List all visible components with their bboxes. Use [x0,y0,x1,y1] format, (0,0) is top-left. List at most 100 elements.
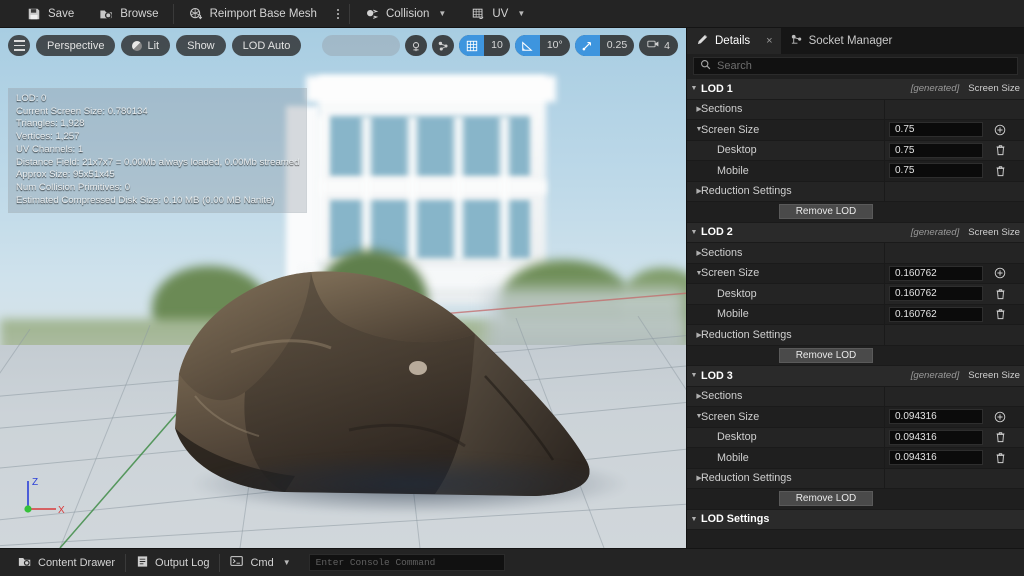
console-command-input[interactable]: Enter Console Command [309,554,505,571]
platform-override-row[interactable]: Mobile 0.094316 [687,448,1024,469]
mesh-shadow [195,454,625,514]
delete-override-button[interactable] [989,288,1011,300]
screen-size-row[interactable]: ▼Screen Size 0.160762 [687,264,1024,285]
sections-row[interactable]: ▶Sections [687,243,1024,264]
collapse-arrow-icon[interactable]: ▶ [687,474,701,482]
content-drawer-button[interactable]: Content Drawer [8,552,125,574]
socket-icon [790,33,803,49]
viewport-show-button[interactable]: Show [176,35,226,56]
delete-override-button[interactable] [989,431,1011,443]
angle-snap-icon [515,35,540,56]
expand-arrow-icon[interactable]: ▼ [687,516,701,523]
viewport-viewmode-button[interactable]: Lit [121,35,170,56]
remove-lod-button[interactable]: Remove LOD [779,348,873,363]
collapse-arrow-icon[interactable]: ▶ [687,105,701,113]
sections-row[interactable]: ▶Sections [687,387,1024,408]
collision-menu-button[interactable]: Collision ▼ [352,0,458,28]
expand-arrow-icon[interactable]: ▼ [687,270,701,277]
tab-socket-manager-label: Socket Manager [809,35,893,47]
screen-size-row[interactable]: ▼Screen Size 0.75 [687,120,1024,141]
lod-group-header[interactable]: ▼ LOD 3 [generated] Screen Size [687,366,1024,387]
mesh-viewport[interactable]: Perspective Lit Show LOD Auto [0,28,686,548]
collapse-arrow-icon[interactable]: ▶ [687,392,701,400]
screen-size-label: Screen Size [701,267,759,279]
delete-override-button[interactable] [989,308,1011,320]
panel-tabbar: Details × Socket Manager [687,28,1024,54]
reduction-settings-row[interactable]: ▶Reduction Settings [687,469,1024,490]
reimport-label: Reimport Base Mesh [210,8,317,20]
camera-speed-control[interactable]: 4 [639,35,678,56]
delete-override-button[interactable] [989,165,1011,177]
socket-snap-button[interactable] [432,35,454,56]
viewport-snap-controls: 10 10° 0.25 [322,35,678,56]
expand-arrow-icon[interactable]: ▼ [687,85,701,92]
angle-snap-control[interactable]: 10° [515,35,570,56]
lod-rows-container: ▼ LOD 1 [generated] Screen Size ▶Section… [687,79,1024,548]
surface-snap-button[interactable] [405,35,427,56]
search-placeholder: Search [717,60,752,72]
screen-size-input[interactable]: 0.094316 [889,409,983,424]
tab-socket-manager[interactable]: Socket Manager [781,28,901,54]
cmd-dropdown-button[interactable]: Cmd ▼ [220,552,300,574]
tab-details[interactable]: Details × [687,28,781,54]
show-label: Show [187,40,215,52]
sections-row[interactable]: ▶Sections [687,100,1024,121]
remove-lod-button[interactable]: Remove LOD [779,491,873,506]
platform-value-input[interactable]: 0.094316 [889,450,983,465]
generated-tag: [generated] [911,370,960,381]
reduction-settings-row[interactable]: ▶Reduction Settings [687,325,1024,346]
reduction-settings-row[interactable]: ▶Reduction Settings [687,182,1024,203]
screen-size-row[interactable]: ▼Screen Size 0.094316 [687,407,1024,428]
platform-override-row[interactable]: Desktop 0.094316 [687,428,1024,449]
expand-arrow-icon[interactable]: ▼ [687,413,701,420]
static-mesh-rock[interactable] [135,256,635,521]
platform-value-input[interactable]: 0.160762 [889,286,983,301]
collapse-arrow-icon[interactable]: ▶ [687,187,701,195]
delete-override-button[interactable] [989,144,1011,156]
platform-value-input[interactable]: 0.094316 [889,430,983,445]
add-override-button[interactable] [989,411,1011,423]
output-log-icon [136,555,149,571]
reimport-base-mesh-button[interactable]: Reimport Base Mesh [176,0,329,28]
collapse-arrow-icon[interactable]: ▶ [687,249,701,257]
platform-override-row[interactable]: Mobile 0.75 [687,161,1024,182]
viewport-perspective-button[interactable]: Perspective [36,35,115,56]
viewport-lod-button[interactable]: LOD Auto [232,35,302,56]
reduction-settings-label: Reduction Settings [701,185,792,197]
save-label: Save [48,8,74,20]
expand-arrow-icon[interactable]: ▼ [687,229,701,236]
platform-value-input[interactable]: 0.75 [889,143,983,158]
toolbar-overflow-button[interactable] [329,9,347,19]
grid-snap-value: 10 [484,35,510,56]
browse-button[interactable]: Browse [86,0,170,28]
search-input[interactable]: Search [693,57,1018,75]
viewport-menu-button[interactable] [8,35,30,56]
platform-override-row[interactable]: Mobile 0.160762 [687,305,1024,326]
lod-group-header[interactable]: ▼ LOD 2 [generated] Screen Size [687,223,1024,244]
close-icon[interactable]: × [766,35,772,47]
scale-snap-control[interactable]: 0.25 [575,35,634,56]
platform-value-input[interactable]: 0.160762 [889,307,983,322]
remove-lod-row: Remove LOD [687,202,1024,223]
lod-group-header[interactable]: ▼ LOD 1 [generated] Screen Size [687,79,1024,100]
collision-label: Collision [386,8,429,20]
grid-snap-control[interactable]: 10 [459,35,510,56]
remove-lod-button[interactable]: Remove LOD [779,204,873,219]
platform-override-row[interactable]: Desktop 0.75 [687,141,1024,162]
transform-gizmo-toggle-group[interactable] [322,35,400,56]
output-log-button[interactable]: Output Log [126,552,219,574]
scale-snap-icon [575,35,600,56]
platform-value-input[interactable]: 0.75 [889,163,983,178]
screen-size-input[interactable]: 0.75 [889,122,983,137]
expand-arrow-icon[interactable]: ▼ [687,126,701,133]
add-override-button[interactable] [989,124,1011,136]
expand-arrow-icon[interactable]: ▼ [687,372,701,379]
add-override-button[interactable] [989,267,1011,279]
uv-menu-button[interactable]: UV ▼ [458,0,537,28]
platform-override-row[interactable]: Desktop 0.160762 [687,284,1024,305]
save-button[interactable]: Save [14,0,86,28]
screen-size-input[interactable]: 0.160762 [889,266,983,281]
lod-settings-header[interactable]: ▼ LOD Settings [687,510,1024,531]
delete-override-button[interactable] [989,452,1011,464]
collapse-arrow-icon[interactable]: ▶ [687,331,701,339]
